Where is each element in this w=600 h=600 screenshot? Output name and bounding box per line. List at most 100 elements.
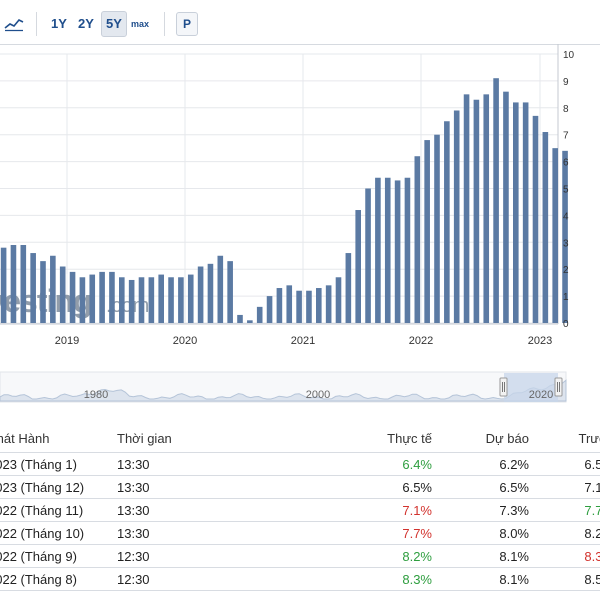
- bar[interactable]: [227, 261, 233, 323]
- range-2y-button[interactable]: 2Y: [75, 12, 97, 36]
- bar[interactable]: [30, 253, 36, 323]
- bar[interactable]: [266, 296, 273, 323]
- bar[interactable]: [207, 263, 214, 323]
- header-previous[interactable]: Trước: [578, 431, 600, 446]
- bar[interactable]: [158, 274, 164, 323]
- bar[interactable]: [404, 177, 411, 323]
- x-tick-label: 2022: [409, 335, 433, 347]
- bar[interactable]: [59, 266, 66, 323]
- range-max-button[interactable]: max: [129, 12, 151, 36]
- bar[interactable]: [0, 247, 7, 323]
- bar[interactable]: [453, 110, 460, 324]
- actual-value-cell: 7.1%: [402, 502, 432, 518]
- header-time[interactable]: Thời gian: [117, 431, 172, 446]
- release-date-cell: 2022 (Tháng 11): [0, 502, 84, 518]
- bar[interactable]: [424, 140, 430, 323]
- bar[interactable]: [138, 277, 145, 323]
- bar[interactable]: [552, 148, 558, 323]
- y-tick-label: 1: [563, 292, 569, 303]
- bar[interactable]: [148, 277, 155, 323]
- bar[interactable]: [513, 102, 519, 323]
- bar[interactable]: [306, 290, 312, 323]
- header-actual[interactable]: Thực tế: [387, 431, 432, 446]
- bar[interactable]: [197, 266, 204, 323]
- forecast-value-cell: 8.1%: [499, 571, 529, 587]
- bar[interactable]: [345, 253, 352, 323]
- bar[interactable]: [79, 277, 86, 323]
- bar[interactable]: [128, 279, 135, 323]
- bar[interactable]: [237, 314, 243, 323]
- bar[interactable]: [532, 115, 539, 324]
- bar[interactable]: [286, 285, 293, 323]
- x-axis: 2019 2020 2021 2022 2023: [55, 335, 552, 347]
- bar[interactable]: [217, 255, 224, 323]
- bar[interactable]: [355, 210, 361, 323]
- bar[interactable]: [178, 277, 184, 323]
- line-chart-icon[interactable]: [4, 16, 24, 32]
- bar[interactable]: [256, 306, 263, 323]
- chart-navigator[interactable]: 1980 2000 2020: [0, 364, 600, 408]
- header-release[interactable]: Phát Hành: [0, 431, 49, 446]
- bar[interactable]: [99, 271, 105, 323]
- bar[interactable]: [247, 320, 253, 323]
- bar[interactable]: [483, 94, 490, 323]
- bar[interactable]: [187, 274, 194, 323]
- bar[interactable]: [20, 244, 27, 323]
- bar[interactable]: [522, 102, 529, 323]
- previous-value-cell: 7.7%: [584, 502, 600, 518]
- bar[interactable]: [168, 277, 174, 323]
- range-1y-button[interactable]: 1Y: [48, 12, 70, 36]
- bar[interactable]: [434, 134, 440, 323]
- bar[interactable]: [503, 91, 509, 323]
- navigator-label-2020: 2020: [529, 389, 553, 401]
- release-date-cell: 2022 (Tháng 8): [0, 571, 77, 587]
- bar[interactable]: [542, 132, 549, 323]
- forecast-value-cell: 6.2%: [499, 456, 529, 472]
- bar[interactable]: [316, 288, 322, 323]
- bar[interactable]: [365, 188, 371, 324]
- bar[interactable]: [414, 156, 421, 323]
- y-tick-label: 0: [563, 319, 569, 330]
- navigator-right-handle[interactable]: [554, 377, 563, 397]
- bar[interactable]: [276, 288, 283, 323]
- y-tick-label: 8: [563, 104, 569, 115]
- release-time-cell: 13:30: [117, 525, 150, 541]
- y-tick-label: 4: [563, 211, 569, 222]
- previous-value-cell: 8.2%: [584, 525, 600, 541]
- actual-value-cell: 7.7%: [402, 525, 432, 541]
- bar[interactable]: [69, 271, 76, 323]
- navigator-left-handle[interactable]: [499, 377, 508, 397]
- table-row: 2022 (Tháng 8) 12:30 8.3% 8.1% 8.5%: [0, 567, 600, 591]
- bar[interactable]: [375, 177, 381, 323]
- chart-toolbar: 1Y 2Y 5Y max P: [0, 0, 600, 44]
- range-5y-button[interactable]: 5Y: [101, 11, 127, 37]
- bar[interactable]: [109, 271, 115, 323]
- bar[interactable]: [325, 285, 332, 323]
- forecast-value-cell: 8.1%: [499, 548, 529, 564]
- p-button[interactable]: P: [176, 12, 198, 36]
- bar[interactable]: [89, 274, 96, 323]
- bar[interactable]: [493, 78, 499, 324]
- release-date-cell: 2022 (Tháng 9): [0, 548, 77, 564]
- bar[interactable]: [296, 290, 302, 323]
- bar[interactable]: [50, 255, 56, 323]
- y-tick-label: 9: [563, 77, 569, 88]
- bar[interactable]: [444, 121, 450, 323]
- table-row: 2022 (Tháng 11) 13:30 7.1% 7.3% 7.7%: [0, 498, 600, 522]
- y-tick-label: 5: [563, 185, 569, 196]
- table-header-row: Phát Hành Thời gian Thực tế Dự báo Trước: [0, 424, 600, 453]
- navigator-label-2000: 2000: [306, 389, 330, 401]
- release-time-cell: 12:30: [117, 548, 150, 564]
- bar[interactable]: [463, 94, 470, 323]
- actual-value-cell: 8.3%: [402, 571, 432, 587]
- bar[interactable]: [10, 244, 17, 323]
- bar[interactable]: [384, 177, 391, 323]
- bar[interactable]: [473, 99, 480, 323]
- bar[interactable]: [335, 277, 342, 323]
- bar[interactable]: [394, 180, 401, 323]
- previous-value-cell: 7.1%: [584, 479, 600, 495]
- bar[interactable]: [40, 261, 46, 323]
- x-tick-label: 2021: [291, 335, 315, 347]
- bar[interactable]: [119, 277, 125, 323]
- header-forecast[interactable]: Dự báo: [486, 431, 529, 446]
